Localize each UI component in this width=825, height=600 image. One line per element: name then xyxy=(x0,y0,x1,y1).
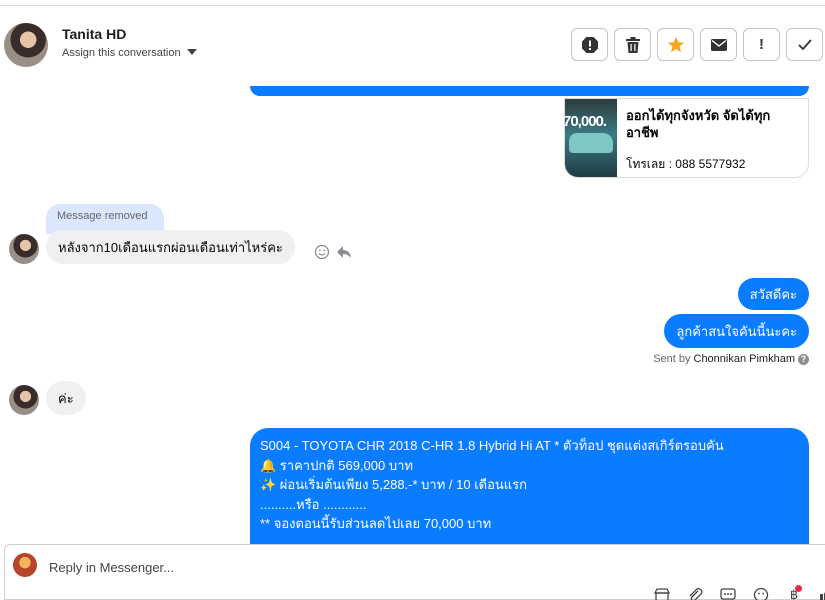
car-image xyxy=(569,133,613,153)
contact-name[interactable]: Tanita HD xyxy=(62,26,126,42)
link-preview-card[interactable]: 70,000. ออกได้ทุกจังหวัด จัดได้ทุกอาชีพ … xyxy=(564,98,809,178)
notification-dot xyxy=(795,585,802,592)
incoming-message-bubble[interactable]: หลังจาก10เดือนแรกผ่อนเดือนเท่าไหร่คะ xyxy=(46,230,295,264)
delete-button[interactable] xyxy=(614,28,651,61)
reply-arrow-icon[interactable] xyxy=(336,244,352,260)
reply-composer: ฿ xyxy=(4,544,825,600)
sent-by-prefix: Sent by xyxy=(653,353,691,365)
store-icon[interactable] xyxy=(653,587,671,600)
previous-message-bubble[interactable] xyxy=(250,86,809,96)
mark-important-button[interactable]: ! xyxy=(743,28,780,61)
outgoing-message-bubble[interactable]: สวัสดีคะ xyxy=(737,278,809,310)
conversation-actions: ! xyxy=(571,28,823,61)
trash-icon xyxy=(625,36,640,53)
card-phone: โทรเลย : 088 5577932 xyxy=(626,157,746,171)
card-title: ออกได้ทุกจังหวัด จัดได้ทุกอาชีพ xyxy=(626,108,771,140)
message-text: หลังจาก10เดือนแรกผ่อนเดือนเท่าไหร่คะ xyxy=(58,239,283,255)
mark-unread-button[interactable] xyxy=(700,28,737,61)
card-thumbnail: 70,000. xyxy=(564,99,617,177)
listing-line: ..........หรือ ............ xyxy=(260,496,367,512)
checkmark-icon xyxy=(797,38,812,50)
react-emoji-icon[interactable] xyxy=(314,244,330,260)
star-button[interactable] xyxy=(657,28,694,61)
incoming-message-bubble[interactable]: ค่ะ xyxy=(46,381,86,415)
thumbs-up-icon[interactable] xyxy=(818,587,825,600)
listing-line: S004 - TOYOTA CHR 2018 C-HR 1.8 Hybrid H… xyxy=(260,438,724,453)
emoji-icon[interactable] xyxy=(752,587,770,600)
chat-bubble-icon[interactable] xyxy=(719,587,737,600)
envelope-icon xyxy=(710,38,727,51)
report-spam-icon xyxy=(581,36,598,53)
assign-conversation-dropdown[interactable]: Assign this conversation xyxy=(62,47,197,59)
reply-input[interactable] xyxy=(49,557,549,577)
thumbnail-price-text: 70,000. xyxy=(564,113,607,130)
contact-avatar[interactable] xyxy=(4,23,48,67)
contact-avatar-small[interactable] xyxy=(9,234,39,264)
report-spam-button[interactable] xyxy=(571,28,608,61)
listing-line: ✨ ผ่อนเริ่มต้นเพียง 5,288.-* บาท / 10 เด… xyxy=(260,477,528,492)
caret-down-icon xyxy=(186,49,197,55)
message-thread[interactable]: 70,000. ออกได้ทุกจังหวัด จัดได้ทุกอาชีพ … xyxy=(0,86,825,544)
sender-name: Chonnikan Pimkham xyxy=(693,353,796,365)
listing-line: ** จองตอนนี้รับส่วนลดไปเลย 70,000 บาท xyxy=(260,516,492,531)
mark-done-button[interactable] xyxy=(786,28,823,61)
conversation-header: Tanita HD Assign this conversation ! xyxy=(0,6,825,86)
outgoing-message-bubble[interactable]: ลูกค้าสนใจคันนี้นะคะ xyxy=(664,314,809,348)
help-icon[interactable]: ? xyxy=(798,353,809,365)
message-text: สวัสดีคะ xyxy=(749,286,797,302)
sent-by-label: Sent by Chonnikan Pimkham ? xyxy=(653,353,809,365)
assign-label: Assign this conversation xyxy=(62,47,181,59)
star-icon xyxy=(667,36,684,52)
listing-line: 🔔 ราคาปกติ 569,000 บาท xyxy=(260,457,413,473)
message-text: ลูกค้าสนใจคันนี้นะคะ xyxy=(676,323,797,339)
message-hover-tools xyxy=(314,244,352,260)
page-avatar xyxy=(13,553,37,577)
exclamation-icon: ! xyxy=(759,36,764,53)
message-text: ค่ะ xyxy=(58,390,74,406)
paperclip-icon[interactable] xyxy=(686,587,704,600)
contact-avatar-small[interactable] xyxy=(9,385,39,415)
car-listing-message[interactable]: S004 - TOYOTA CHR 2018 C-HR 1.8 Hybrid H… xyxy=(250,428,809,544)
